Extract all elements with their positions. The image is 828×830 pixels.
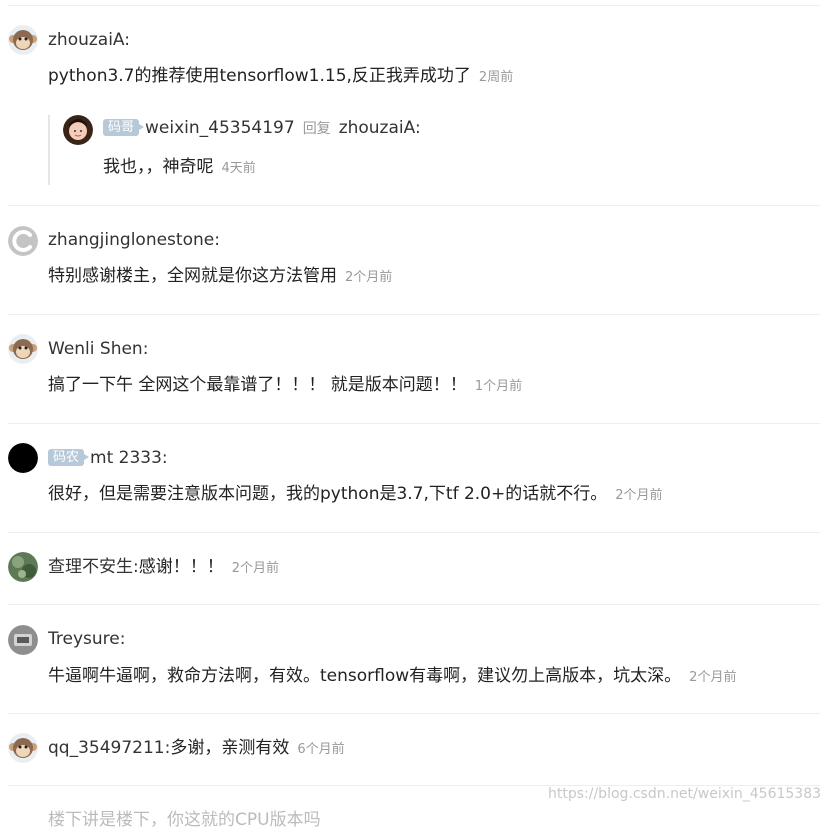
user-badge: 码农 [48, 449, 90, 466]
comment-username[interactable]: mt 2333 [90, 448, 162, 468]
comment-text: 牛逼啊牛逼啊，救命方法啊，有效。tensorflow有毒啊，建议勿上高版本，坑太… [48, 666, 682, 686]
photo-avatar-icon[interactable] [8, 625, 38, 655]
divider [8, 713, 820, 714]
partial-comment-text: 楼下讲是楼下，你这就的CPU版本吗 [48, 810, 321, 830]
comment-text: python3.7的推荐使用tensorflow1.15,反正我弄成功了 [48, 66, 471, 86]
comment-colon: : [161, 448, 168, 468]
comment-text: 多谢，亲测有效 [170, 738, 290, 758]
comment-text: 感谢！！！ [138, 557, 224, 577]
user-badge: 码哥 [103, 119, 145, 136]
monkey-avatar-icon[interactable] [8, 334, 38, 364]
comment-colon: : [119, 629, 126, 649]
comment-time: 2个月前 [231, 561, 280, 576]
photo-avatar-icon[interactable] [8, 552, 38, 582]
divider [8, 604, 820, 605]
comment-text: 很好，但是需要注意版本问题，我的python是3.7,下tf 2.0+的话就不行… [48, 484, 608, 504]
comment-username[interactable]: 查理不安生 [48, 557, 133, 577]
divider [8, 314, 820, 315]
divider [8, 205, 820, 206]
comment-time: 6个月前 [297, 742, 345, 757]
comment-username[interactable]: zhouzaiA [48, 30, 124, 50]
comment-time: 2周前 [478, 70, 514, 85]
comment-text: 搞了一下午 全网这个最靠谱了！！！ 就是版本问题！！ [48, 375, 467, 395]
comment-username[interactable]: qq_35497211 [48, 738, 165, 758]
comment-text: 特别感谢楼主，全网就是你这方法管用 [48, 266, 337, 286]
reply-time: 4天前 [221, 161, 256, 176]
comment-colon: : [124, 30, 131, 50]
reply-label: 回复 [302, 121, 331, 137]
reply-colon: : [414, 118, 421, 138]
watermark: https://blog.csdn.net/weixin_45615383 [548, 786, 822, 802]
comment-colon: : [142, 339, 149, 359]
monkey-avatar-icon[interactable] [8, 733, 38, 763]
comment-time: 1个月前 [474, 379, 523, 394]
divider [8, 5, 820, 6]
csdn-c-logo-icon[interactable] [8, 226, 38, 256]
black-circle-avatar-icon[interactable] [8, 443, 38, 473]
comment-time: 2个月前 [689, 670, 737, 685]
monkey-avatar-icon[interactable] [8, 25, 38, 55]
comment-username[interactable]: Wenli Shen [48, 339, 143, 359]
comment-time: 2个月前 [615, 488, 663, 503]
reply-indent-bar [48, 115, 50, 185]
comment-time: 2个月前 [345, 270, 393, 285]
photo-avatar-icon[interactable] [63, 115, 93, 145]
comment-username[interactable]: Treysure [48, 629, 120, 649]
comment-username[interactable]: zhangjinglonestone [48, 230, 214, 250]
comment-colon: : [214, 230, 220, 250]
reply-username[interactable]: weixin_45354197 [145, 118, 295, 138]
reply-text: 我也，，神奇呢 [103, 157, 214, 177]
reply-target-username[interactable]: zhouzaiA [339, 118, 415, 138]
divider [8, 532, 820, 533]
divider [8, 423, 820, 424]
